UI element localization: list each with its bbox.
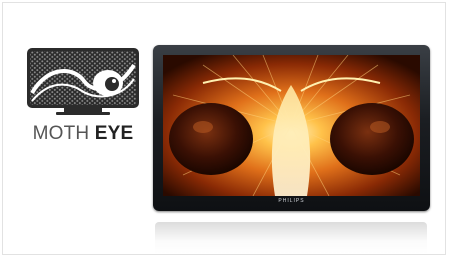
logo-word-moth: MOTH xyxy=(32,123,90,144)
tv-brand-label: PHILIPS xyxy=(278,198,305,204)
tv-screen xyxy=(163,55,420,196)
tv-reflection xyxy=(155,222,427,254)
television: PHILIPS xyxy=(153,45,430,211)
moth-eye-logo-icon xyxy=(27,48,139,115)
moth-eye-logo: MOTH EYE xyxy=(26,47,140,145)
moth-face-image xyxy=(163,55,420,196)
logo-wordmark: MOTH EYE xyxy=(26,123,140,145)
logo-word-eye: EYE xyxy=(94,123,134,144)
